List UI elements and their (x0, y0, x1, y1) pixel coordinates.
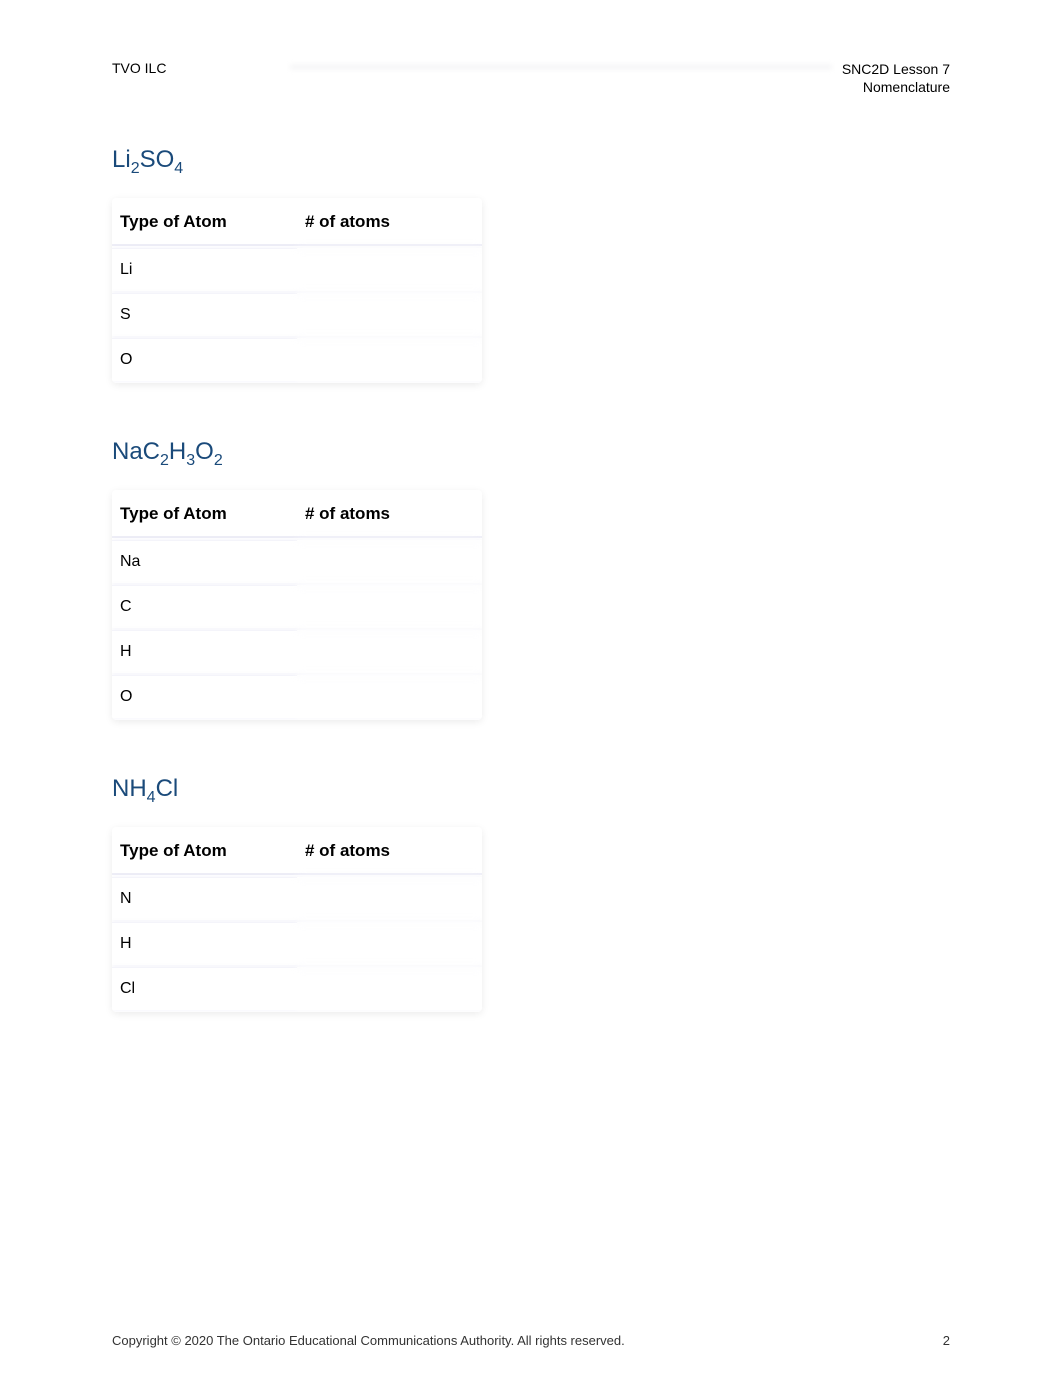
table-row: H (112, 922, 482, 965)
table-row: O (112, 675, 482, 718)
formula-text: Cl (156, 775, 179, 802)
formula-text: Li (112, 146, 131, 173)
formula-li2so4: Li2SO4 (112, 146, 950, 178)
atom-count-cell (297, 248, 482, 291)
atom-count-cell (297, 293, 482, 336)
atom-type-cell: H (112, 922, 297, 965)
atom-count-cell (297, 922, 482, 965)
table-header-row: Type of Atom # of atoms (112, 200, 482, 246)
atom-type-cell: O (112, 675, 297, 718)
header-lesson: SNC2D Lesson 7 Nomenclature (842, 60, 950, 96)
formula-sub: 4 (147, 789, 156, 806)
formula-text: NaC (112, 438, 160, 465)
col-num-atoms: # of atoms (297, 200, 482, 246)
col-type-of-atom: Type of Atom (112, 492, 297, 538)
formula-sub: 2 (160, 452, 169, 469)
col-num-atoms: # of atoms (297, 492, 482, 538)
atom-type-cell: Cl (112, 967, 297, 1010)
atom-table-nh4cl: Type of Atom # of atoms N H Cl (112, 827, 482, 1012)
header-lesson-line1: SNC2D Lesson 7 (842, 60, 950, 78)
atom-type-cell: H (112, 630, 297, 673)
atom-type-cell: N (112, 877, 297, 920)
formula-sub: 2 (214, 452, 223, 469)
atom-count-cell (297, 540, 482, 583)
formula-text: NH (112, 775, 147, 802)
table-header-row: Type of Atom # of atoms (112, 492, 482, 538)
page-number: 2 (943, 1333, 950, 1348)
atom-count-cell (297, 585, 482, 628)
formula-text: SO (140, 146, 175, 173)
header-org: TVO ILC (112, 60, 166, 76)
atom-type-cell: Li (112, 248, 297, 291)
atom-type-cell: O (112, 338, 297, 381)
table-row: C (112, 585, 482, 628)
col-type-of-atom: Type of Atom (112, 829, 297, 875)
copyright-text: Copyright © 2020 The Ontario Educational… (112, 1333, 625, 1348)
table-row: S (112, 293, 482, 336)
table-row: H (112, 630, 482, 673)
atom-count-cell (297, 967, 482, 1010)
table-header-row: Type of Atom # of atoms (112, 829, 482, 875)
formula-text: H (169, 438, 186, 465)
page-footer: Copyright © 2020 The Ontario Educational… (112, 1333, 950, 1348)
atom-type-cell: Na (112, 540, 297, 583)
formula-text: O (195, 438, 214, 465)
page-content: TVO ILC SNC2D Lesson 7 Nomenclature Li2S… (0, 0, 1062, 1012)
atom-type-cell: C (112, 585, 297, 628)
table-row: Cl (112, 967, 482, 1010)
formula-sub: 4 (174, 160, 183, 177)
col-num-atoms: # of atoms (297, 829, 482, 875)
table-row: Na (112, 540, 482, 583)
col-type-of-atom: Type of Atom (112, 200, 297, 246)
atom-count-cell (297, 877, 482, 920)
atom-table-li2so4: Type of Atom # of atoms Li S O (112, 198, 482, 383)
atom-count-cell (297, 630, 482, 673)
atom-count-cell (297, 338, 482, 381)
formula-sub: 3 (186, 452, 195, 469)
atom-table-nac2h3o2: Type of Atom # of atoms Na C H O (112, 490, 482, 720)
formula-nh4cl: NH4Cl (112, 775, 950, 807)
table-row: Li (112, 248, 482, 291)
atom-type-cell: S (112, 293, 297, 336)
formula-nac2h3o2: NaC2H3O2 (112, 438, 950, 470)
table-row: O (112, 338, 482, 381)
atom-count-cell (297, 675, 482, 718)
header-lesson-line2: Nomenclature (842, 78, 950, 96)
table-row: N (112, 877, 482, 920)
header-divider (290, 64, 832, 70)
formula-sub: 2 (131, 160, 140, 177)
